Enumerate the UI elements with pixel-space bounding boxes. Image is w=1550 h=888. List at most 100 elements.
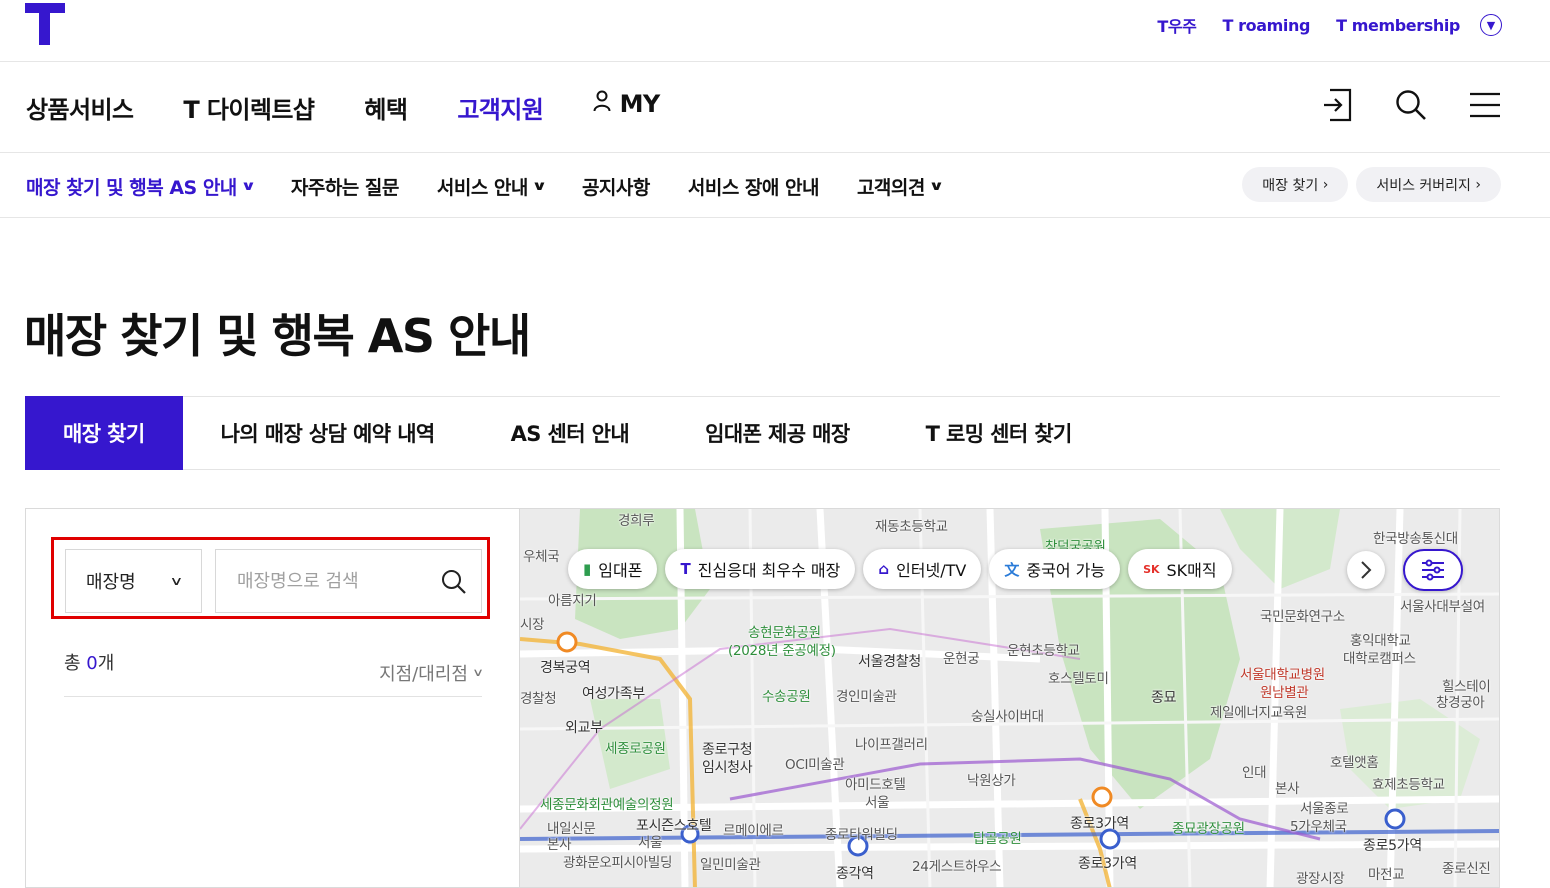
map-label: 종로5가역 <box>1363 838 1422 854</box>
map-label: 경복궁역 <box>540 660 591 676</box>
subnav-item-outage[interactable]: 서비스 장애 안내 <box>687 173 820 200</box>
sk-logo-icon: SK <box>1143 562 1160 576</box>
utility-links: T우주 T roaming T membership ▼ <box>1157 13 1502 37</box>
map-label: 우체국 <box>523 549 560 565</box>
gnb-item-products[interactable]: 상품서비스 <box>26 90 134 125</box>
map-label: 숭실사이버대 <box>971 709 1044 725</box>
tab-roaming-center[interactable]: T 로밍 센터 찾기 <box>888 396 1110 470</box>
map-label: 세종문화회관예술의정원 <box>540 797 674 813</box>
map-label: 24게스트하우스 <box>912 859 1002 875</box>
chip-label: 중국어 가능 <box>1026 561 1106 580</box>
search-type-select[interactable]: 매장명 ∨ <box>65 549 202 613</box>
map-label: 경찰청 <box>520 691 557 707</box>
map-label: 5가우체국 <box>1290 819 1347 835</box>
count-prefix: 총 <box>64 653 87 674</box>
map-label: 여성가족부 <box>582 686 645 702</box>
map-label: 탑골공원 <box>973 831 1022 847</box>
chip-best-store[interactable]: T 진심응대 최우수 매장 <box>665 549 856 589</box>
chip-chinese[interactable]: 文 중국어 가능 <box>989 549 1121 589</box>
store-search-panel: 매장명 ∨ 총 0개 지점/대리점 ∨ <box>25 508 519 888</box>
service-coverage-pill-button[interactable]: 서비스 커버리지 › <box>1356 167 1501 202</box>
gnb-item-benefits[interactable]: 혜택 <box>364 90 408 125</box>
count-number: 0 <box>86 653 98 674</box>
chip-label: SK매직 <box>1166 561 1217 580</box>
chip-rental-phone[interactable]: ▮ 임대폰 <box>568 549 658 589</box>
subnav-item-store-finder[interactable]: 매장 찾기 및 행복 AS 안내 ∨ <box>26 173 256 200</box>
chevron-down-icon[interactable]: ▼ <box>1480 14 1502 36</box>
chip-label: 진심응대 최우수 매장 <box>697 561 841 580</box>
branch-filter-dropdown[interactable]: 지점/대리점 ∨ <box>379 649 484 696</box>
router-icon: ⌂ <box>878 560 890 578</box>
chip-label: 인터넷/TV <box>896 561 967 580</box>
t-membership-link[interactable]: T membership <box>1336 16 1460 35</box>
chevron-down-icon: ∨ <box>169 574 184 588</box>
map-label: 낙원상가 <box>967 773 1016 789</box>
top-utility-bar: T우주 T roaming T membership ▼ <box>0 0 1550 62</box>
subnav-item-label: 서비스 장애 안내 <box>687 177 820 199</box>
result-count: 총 0개 <box>64 649 114 696</box>
map-label: 효제초등학교 <box>1372 777 1445 793</box>
map-label: 호텔앳홈 <box>1330 755 1379 771</box>
pill-label: 매장 찾기 <box>1262 177 1319 194</box>
store-finder-pill-button[interactable]: 매장 찾기 › <box>1242 167 1349 202</box>
subnav-item-notice[interactable]: 공지사항 <box>582 173 650 200</box>
map-label: 국민문화연구소 <box>1260 609 1345 625</box>
tab-store-finder[interactable]: 매장 찾기 <box>25 396 183 470</box>
map-label: OCI미술관 <box>785 757 845 773</box>
subnav-item-faq[interactable]: 자주하는 질문 <box>291 173 400 200</box>
search-type-value: 매장명 <box>86 572 136 593</box>
map-label: 아미드호텔 <box>845 777 906 793</box>
main-navigation: 상품서비스 T 다이렉트샵 혜택 고객지원 MY <box>0 62 1550 153</box>
chevron-right-icon: › <box>1475 176 1481 193</box>
map-label: 서울대학교병원 <box>1240 667 1325 683</box>
chevron-right-icon: › <box>1322 176 1329 193</box>
filter-settings-icon[interactable] <box>1403 549 1463 591</box>
search-box-highlight: 매장명 ∨ <box>51 537 490 619</box>
login-icon[interactable] <box>1320 88 1354 122</box>
tab-my-reservations[interactable]: 나의 매장 상담 예약 내역 <box>183 396 473 470</box>
chevron-right-icon[interactable] <box>1347 551 1385 589</box>
chip-sk-magic[interactable]: SK SK매직 <box>1128 549 1232 589</box>
t-universe-link[interactable]: T우주 <box>1157 13 1197 37</box>
gnb-item-support[interactable]: 고객지원 <box>457 90 544 125</box>
tab-as-center[interactable]: AS 센터 안내 <box>473 396 667 470</box>
t-roaming-link[interactable]: T roaming <box>1222 16 1310 35</box>
chip-internet-tv[interactable]: ⌂ 인터넷/TV <box>863 549 982 589</box>
map-label: 한국방송통신대 <box>1373 531 1458 547</box>
gnb-item-direct-shop[interactable]: T 다이렉트샵 <box>183 90 315 125</box>
map-label: 마전교 <box>1368 867 1405 883</box>
map-label: 종로구청 <box>702 742 753 758</box>
map-label: 종로타워빌딩 <box>825 827 898 843</box>
map-label: 서울경찰청 <box>858 654 921 670</box>
subnav-item-feedback[interactable]: 고객의견 ∨ <box>857 173 944 200</box>
gnb-item-my[interactable]: MY <box>593 90 660 125</box>
map-label: 경인미술관 <box>836 689 897 705</box>
search-icon[interactable] <box>441 569 467 595</box>
t-logo[interactable] <box>25 3 65 45</box>
map-label: 본사 <box>1275 781 1300 797</box>
subnav-item-label: 공지사항 <box>581 177 650 199</box>
store-name-search-input[interactable] <box>216 550 436 612</box>
tab-rental-phone-stores[interactable]: 임대폰 제공 매장 <box>667 396 887 470</box>
map-label: 종각역 <box>836 866 874 882</box>
map-label: 외교부 <box>565 720 603 736</box>
map-label: 서울 <box>638 835 663 851</box>
map-label: 아름지기 <box>548 593 597 609</box>
map-filter-chips: ▮ 임대폰 T 진심응대 최우수 매장 ⌂ 인터넷/TV 文 중국어 가능 SK… <box>568 549 1232 589</box>
map-label: 세종로공원 <box>605 741 666 757</box>
map-label: 종묘광장공원 <box>1172 821 1245 837</box>
map-label: (2028년 준공예정) <box>728 643 836 659</box>
person-icon <box>593 90 617 117</box>
chevron-down-icon: ∨ <box>531 179 547 194</box>
map-label: 대학로캠퍼스 <box>1343 651 1416 667</box>
search-icon[interactable] <box>1394 88 1428 122</box>
map-label: 본사 <box>547 837 572 853</box>
language-icon: 文 <box>1004 560 1020 579</box>
map-label: 서울 <box>865 795 890 811</box>
map-label: 재동초등학교 <box>875 519 948 535</box>
map-label: 임시청사 <box>702 760 753 776</box>
menu-icon[interactable] <box>1468 88 1502 122</box>
store-map[interactable]: 경희루 재동초등학교 창덕궁공원 한국방송통신대 우체국 아름지기 시장 송현문… <box>519 508 1500 888</box>
chevron-down-icon: ∨ <box>928 179 944 194</box>
subnav-item-service-guide[interactable]: 서비스 안내 ∨ <box>437 173 547 200</box>
